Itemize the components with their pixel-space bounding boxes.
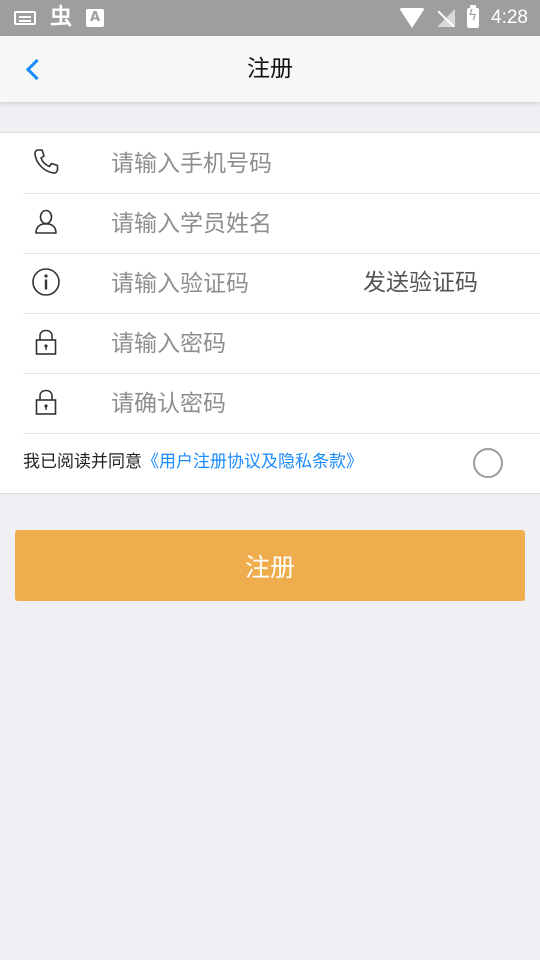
phone-input[interactable] — [109, 143, 413, 185]
student-name-input[interactable] — [109, 203, 413, 245]
battery-charging-icon — [467, 5, 480, 28]
lock-icon — [35, 329, 57, 355]
verification-code-input[interactable] — [109, 263, 343, 305]
page-title: 注册 — [247, 56, 293, 82]
register-form: 发送验证码 我已阅读并同意《用户注册协议及隐私条款》 — [0, 132, 540, 494]
agreement-text: 我已阅读并同意《用户注册协议及隐私条款》 — [23, 447, 363, 472]
password-input[interactable] — [109, 323, 413, 365]
register-button[interactable]: 注册 — [15, 530, 525, 601]
agreement-prefix: 我已阅读并同意 — [23, 452, 142, 472]
a-badge-icon: A — [86, 9, 105, 27]
phone-icon — [34, 149, 59, 174]
bug-icon: 虫 — [50, 5, 73, 30]
lock-icon — [35, 389, 57, 415]
wifi-icon — [399, 8, 426, 28]
name-row — [23, 193, 540, 254]
keyboard-icon — [14, 11, 36, 25]
agreement-link[interactable]: 《用户注册协议及隐私条款》 — [142, 452, 363, 472]
agreement-checkbox[interactable] — [473, 448, 503, 478]
status-time: 4:28 — [491, 7, 528, 28]
navigation-bar: 注册 — [0, 36, 540, 102]
confirm-password-input[interactable] — [109, 383, 413, 425]
no-signal-icon — [437, 9, 456, 27]
person-icon — [35, 209, 57, 234]
code-row: 发送验证码 — [23, 253, 540, 314]
info-icon — [32, 268, 60, 296]
password-row — [23, 313, 540, 374]
status-bar: 虫 A 4:28 — [0, 0, 540, 36]
agreement-row: 我已阅读并同意《用户注册协议及隐私条款》 — [23, 433, 540, 492]
confirm-password-row — [23, 373, 540, 434]
phone-row — [23, 133, 540, 194]
send-code-button[interactable]: 发送验证码 — [363, 253, 478, 313]
